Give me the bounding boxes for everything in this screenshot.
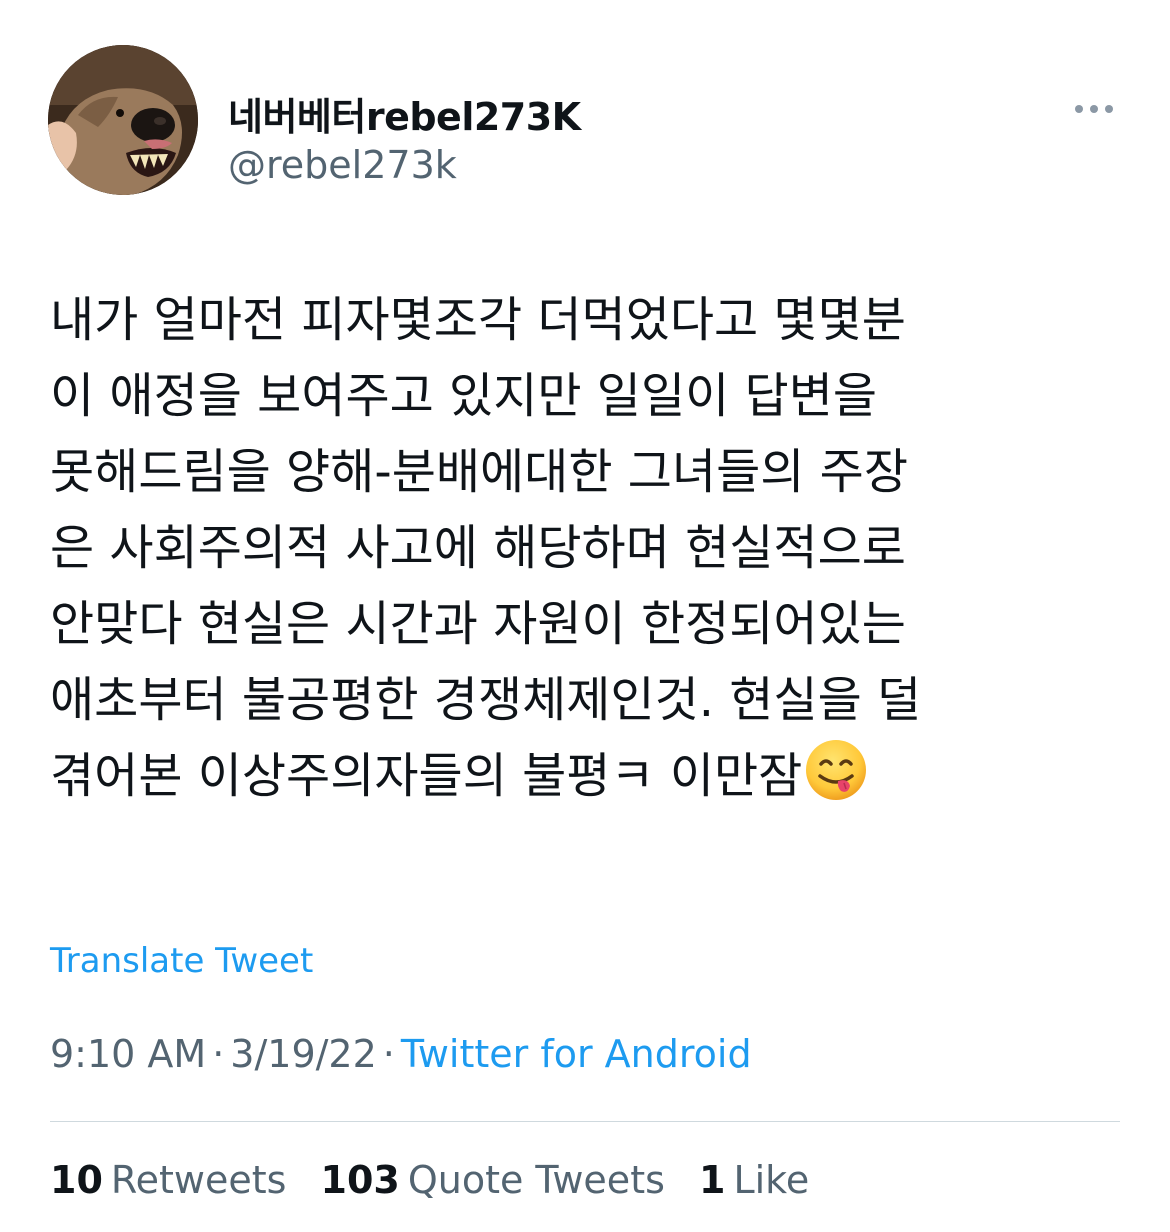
quote-tweets-count: 103 [320, 1158, 400, 1202]
more-dots-icon-dot-2 [1090, 105, 1098, 113]
quote-tweets-label: Quote Tweets [407, 1158, 665, 1202]
tweet-stats: 10 Retweets 103 Quote Tweets 1 Like [50, 1158, 809, 1202]
quote-tweets-stat[interactable]: 103 Quote Tweets [321, 1158, 665, 1202]
likes-stat[interactable]: 1 Like [699, 1158, 809, 1202]
likes-label: Like [733, 1158, 810, 1202]
tweet-text-line: 은 사회주의적 사고에 해당하며 현실적으로 [50, 520, 906, 576]
author-display-name[interactable]: 네버베터rebel273K [228, 86, 581, 141]
tweet-metadata: 9:10 AM · 3/19/22 · Twitter for Android [50, 1032, 752, 1076]
more-options-button[interactable] [1062, 92, 1126, 126]
retweets-label: Retweets [110, 1158, 287, 1202]
tweet-date[interactable]: 3/19/22 [230, 1032, 377, 1076]
more-dots-icon-dot-3 [1105, 105, 1113, 113]
meta-separator: · [382, 1032, 395, 1076]
tweet-text-line: 겪어본 이상주의자들의 불평ㅋ 이만잠 [50, 748, 803, 804]
tweet-text-line: 이 애정을 보여주고 있지만 일일이 답변을 [50, 368, 878, 424]
tweet-source-link[interactable]: Twitter for Android [401, 1032, 752, 1076]
likes-count: 1 [698, 1158, 726, 1202]
author-handle[interactable]: @rebel273k [228, 143, 457, 187]
dog-avatar-icon [48, 45, 198, 195]
tweet-text-line: 못해드림을 양해-분배에대한 그녀들의 주장 [50, 444, 908, 500]
divider [50, 1121, 1120, 1122]
tweet-text-line: 내가 얼마전 피자몇조각 더먹었다고 몇몇분 [50, 292, 906, 348]
tweet-text-line: 안맞다 현실은 시간과 자원이 한정되어있는 [50, 596, 906, 652]
translate-tweet-link[interactable]: Translate Tweet [50, 941, 313, 981]
meta-separator: · [212, 1032, 225, 1076]
tweet-time[interactable]: 9:10 AM [50, 1032, 206, 1076]
more-dots-icon [1075, 105, 1083, 113]
tweet-text-line-last: 겪어본 이상주의자들의 불평ㅋ 이만잠 [50, 738, 1130, 824]
tweet-text: 내가 얼마전 피자몇조각 더먹었다고 몇몇분 이 애정을 보여주고 있지만 일일… [50, 282, 1130, 824]
retweets-count: 10 [50, 1158, 103, 1202]
retweets-stat[interactable]: 10 Retweets [50, 1158, 286, 1202]
avatar[interactable] [48, 45, 198, 195]
face-savoring-food-emoji [804, 738, 868, 824]
tweet-text-line: 애초부터 불공평한 경쟁체제인것. 현실을 덜 [50, 672, 922, 728]
